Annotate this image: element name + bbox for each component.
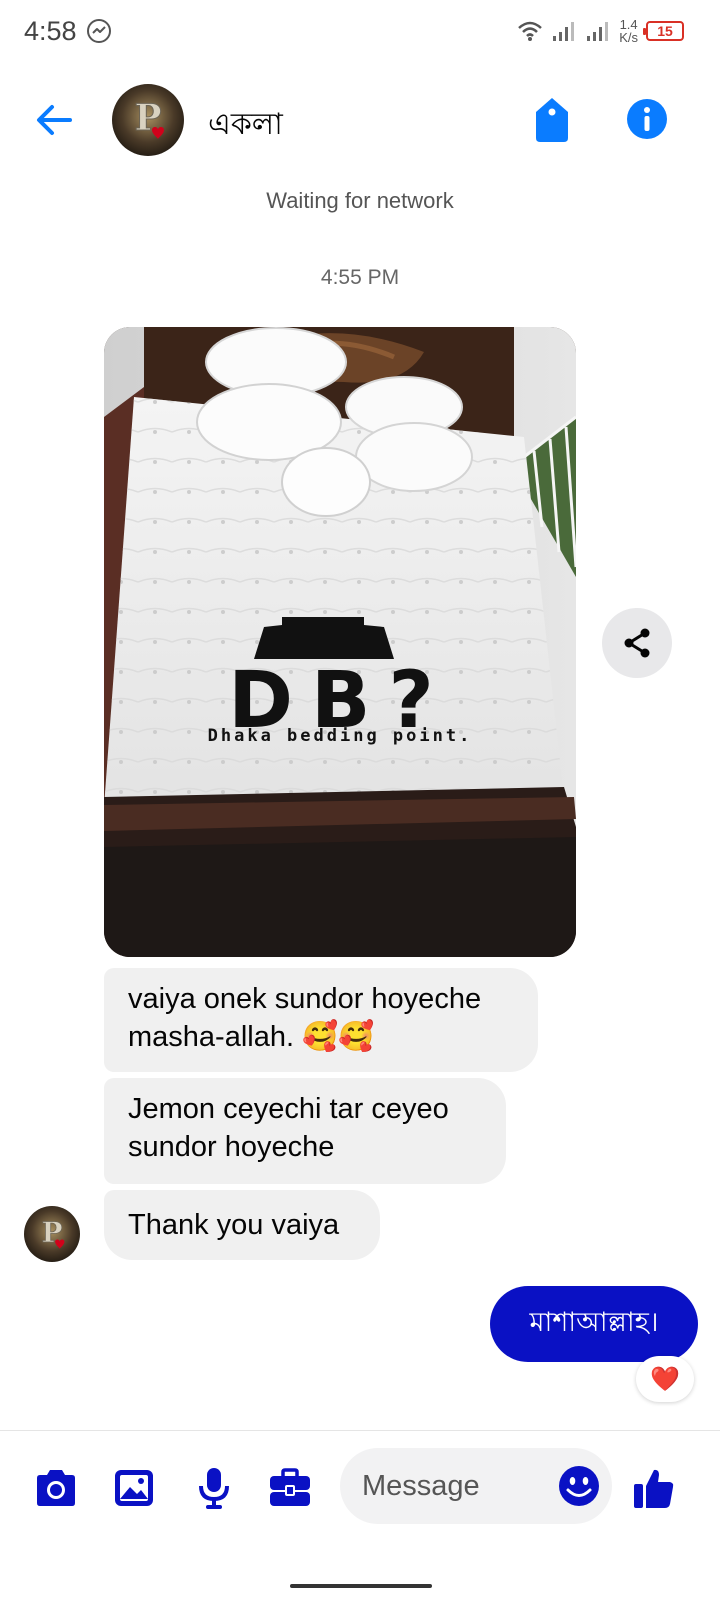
status-time: 4:58 xyxy=(24,16,77,46)
signal-icon xyxy=(553,22,575,41)
tag-icon[interactable] xyxy=(532,96,572,144)
composer-divider xyxy=(0,1430,720,1431)
network-status: Waiting for network xyxy=(266,188,454,213)
chat-header: P একলা xyxy=(0,74,720,166)
emoji-icon[interactable] xyxy=(558,1465,600,1507)
signal-icon-2 xyxy=(587,22,609,41)
home-indicator[interactable] xyxy=(290,1584,432,1588)
logo-caption: Dhaka bedding point. xyxy=(208,726,473,746)
back-arrow-icon[interactable] xyxy=(32,98,76,142)
info-icon[interactable] xyxy=(626,98,668,140)
contact-name[interactable]: একলা xyxy=(208,100,283,151)
my-message-bubble[interactable]: মাশাআল্লাহ। xyxy=(490,1286,698,1362)
photo-message[interactable]: DB? Dhaka bedding point. xyxy=(104,327,576,957)
gallery-icon xyxy=(115,1470,153,1506)
sender-avatar-image: P xyxy=(24,1206,80,1262)
message-bubble-2[interactable]: Jemon ceyechi tar ceyeo sundor hoyeche xyxy=(104,1078,506,1184)
briefcase-icon xyxy=(270,1468,310,1506)
briefcase-button[interactable] xyxy=(266,1464,314,1512)
messenger-notification-icon xyxy=(87,19,111,43)
microphone-button[interactable] xyxy=(190,1464,238,1512)
share-icon xyxy=(624,628,650,658)
microphone-icon xyxy=(199,1468,229,1509)
network-speed: 1.4 K/s xyxy=(619,18,638,44)
bed-photo: DB? Dhaka bedding point. xyxy=(104,327,576,957)
gallery-button[interactable] xyxy=(110,1464,158,1512)
message-bubble-1[interactable]: vaiya onek sundor hoyeche masha-allah. 🥰… xyxy=(104,968,538,1072)
share-button[interactable] xyxy=(602,608,672,678)
message-composer xyxy=(0,1448,720,1528)
network-speed-unit: K/s xyxy=(619,30,638,45)
battery-icon: 15 xyxy=(643,21,684,41)
like-button[interactable] xyxy=(630,1464,678,1512)
message-input[interactable] xyxy=(362,1448,542,1524)
thumbs-up-icon xyxy=(634,1469,674,1508)
camera-icon xyxy=(37,1470,75,1506)
battery-level: 15 xyxy=(657,23,673,39)
status-right: 1.4 K/s 15 xyxy=(517,14,684,48)
camera-button[interactable] xyxy=(32,1464,80,1512)
wifi-icon xyxy=(518,21,543,41)
heart-reaction[interactable]: ❤️ xyxy=(636,1356,694,1402)
status-bar: 4:58 1.4 K/s 15 xyxy=(0,0,720,66)
sender-avatar[interactable]: P xyxy=(24,1206,80,1262)
message-input-container[interactable] xyxy=(340,1448,612,1524)
contact-avatar[interactable]: P xyxy=(112,84,184,156)
heart-reaction-icon: ❤️ xyxy=(650,1365,680,1393)
message-timestamp: 4:55 PM xyxy=(320,266,400,289)
message-bubble-3[interactable]: Thank you vaiya xyxy=(104,1190,380,1260)
avatar-image: P xyxy=(112,84,184,156)
